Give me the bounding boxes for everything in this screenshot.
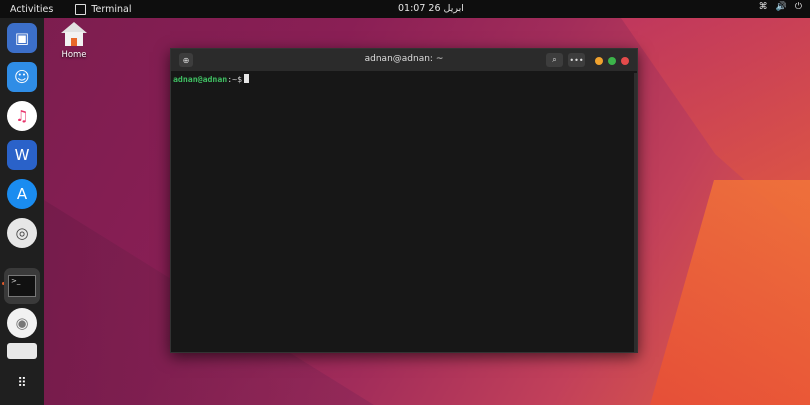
dvd-icon[interactable]: ◉ bbox=[7, 308, 37, 338]
finder-icon[interactable]: ☺ bbox=[7, 62, 37, 92]
terminal-content[interactable]: adnan@adnan:~$ bbox=[171, 71, 637, 87]
app-name: Terminal bbox=[91, 3, 132, 15]
desktop-home[interactable]: Home bbox=[58, 22, 90, 60]
search-button[interactable]: ⌕ bbox=[546, 53, 563, 67]
preview-icon[interactable]: ▣ bbox=[7, 23, 37, 53]
terminal-app-icon bbox=[75, 3, 87, 15]
terminal-icon[interactable]: >_ bbox=[4, 268, 40, 304]
volume-icon[interactable]: 🔊 bbox=[776, 2, 787, 12]
terminal-window[interactable]: ⊕ adnan@adnan: ~ ⌕ ••• adnan@adnan:~$ bbox=[170, 48, 638, 353]
help-icon[interactable]: ◎ bbox=[7, 218, 37, 248]
power-icon[interactable]: ⏻ bbox=[795, 2, 802, 12]
text-cursor bbox=[244, 74, 250, 83]
home-folder-icon bbox=[61, 22, 87, 46]
maximize-button[interactable] bbox=[608, 57, 616, 65]
app-store-icon[interactable]: A bbox=[7, 179, 37, 209]
clock[interactable]: 01:07 26 ابريل bbox=[398, 3, 464, 14]
network-icon[interactable]: ⌘ bbox=[759, 2, 768, 12]
home-label: Home bbox=[61, 50, 87, 60]
terminal-titlebar[interactable]: ⊕ adnan@adnan: ~ ⌕ ••• bbox=[171, 49, 637, 71]
minimize-button[interactable] bbox=[595, 57, 603, 65]
wallpaper-shape bbox=[650, 180, 810, 405]
apps-grid-icon[interactable]: ⠿ bbox=[7, 368, 37, 398]
drive-icon[interactable] bbox=[7, 343, 37, 359]
close-button[interactable] bbox=[621, 57, 629, 65]
top-bar: Activities Terminal 01:07 26 ابريل ⌘ 🔊 ⏻ bbox=[0, 0, 810, 18]
app-menu[interactable]: Terminal bbox=[75, 3, 132, 15]
menu-button[interactable]: ••• bbox=[568, 53, 585, 67]
system-tray[interactable]: ⌘ 🔊 ⏻ bbox=[759, 2, 802, 12]
prompt-user: adnan@adnan bbox=[173, 74, 228, 84]
word-icon[interactable]: W bbox=[7, 140, 37, 170]
activities-button[interactable]: Activities bbox=[10, 4, 53, 15]
dock: ▣ ☺ ♫ W A ◎ >_ ◉ ⠿ bbox=[0, 18, 44, 405]
music-icon[interactable]: ♫ bbox=[7, 101, 37, 131]
terminal-scrollbar[interactable] bbox=[634, 73, 637, 352]
prompt-path: :~$ bbox=[227, 74, 243, 84]
